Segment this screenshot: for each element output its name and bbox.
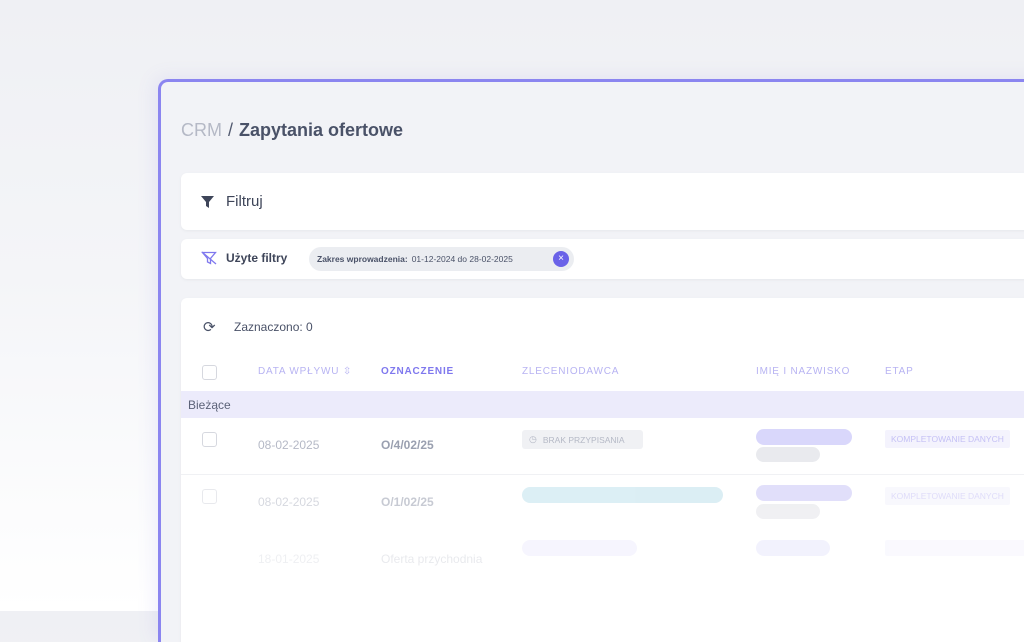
stage-badge: KOMPLETOWANIE DANYCH	[885, 487, 1010, 505]
name-placeholder	[756, 485, 852, 501]
filter-bar[interactable]: Filtruj	[181, 173, 1024, 230]
client-badge-label: BRAK PRZYPISANIA	[542, 434, 625, 445]
column-header-code[interactable]: OZNACZENIE	[381, 366, 454, 377]
client-placeholder	[522, 540, 637, 556]
used-filters-bar: Użyte filtry Zakres wprowadzenia: 01-12-…	[181, 239, 1024, 279]
breadcrumb-separator: /	[228, 120, 234, 140]
group-row: Bieżące	[181, 391, 1024, 418]
table-card: ⟳ Zaznaczono: 0 DATA WPŁYWU ⇳ OZNACZENIE…	[181, 298, 1024, 642]
row-date: 18-01-2025	[258, 552, 320, 566]
table-row[interactable]: 08-02-2025 O/1/02/25 KOMPLETOWANIE DANYC…	[181, 475, 1024, 531]
name-placeholder	[756, 429, 852, 445]
column-header-stage[interactable]: ETAP	[885, 366, 914, 377]
close-icon[interactable]: ×	[553, 251, 569, 267]
client-placeholder	[522, 487, 723, 503]
stage-placeholder	[885, 540, 1024, 556]
row-checkbox[interactable]	[202, 432, 217, 447]
funnel-icon	[201, 195, 214, 213]
row-code[interactable]: O/1/02/25	[381, 495, 434, 509]
table-row[interactable]: 18-01-2025 Oferta przychodnia	[181, 532, 1024, 588]
clock-icon: ◷	[529, 434, 537, 444]
filter-off-icon[interactable]	[201, 251, 217, 270]
name-placeholder-secondary	[756, 504, 820, 519]
name-placeholder-secondary	[756, 447, 820, 462]
breadcrumb: CRM / Zapytania ofertowe	[181, 120, 403, 141]
page-title: Zapytania ofertowe	[239, 120, 404, 140]
refresh-icon[interactable]: ⟳	[203, 318, 219, 336]
client-badge: ◷ BRAK PRZYPISANIA	[522, 430, 643, 449]
row-date: 08-02-2025	[258, 438, 320, 452]
breadcrumb-root[interactable]: CRM	[181, 120, 222, 140]
selected-count: Zaznaczono: 0	[234, 320, 313, 334]
filter-chip-key: Zakres wprowadzenia:	[317, 254, 408, 264]
select-all-checkbox[interactable]	[202, 365, 217, 380]
filter-label: Filtruj	[226, 193, 263, 210]
group-label: Bieżące	[188, 398, 231, 412]
row-date: 08-02-2025	[258, 495, 320, 509]
sort-icon[interactable]: ⇳	[343, 366, 352, 377]
filter-chip: Zakres wprowadzenia: 01-12-2024 do 28-02…	[309, 247, 574, 271]
column-header-client[interactable]: ZLECENIODAWCA	[522, 366, 619, 377]
table-row[interactable]: 08-02-2025 O/4/02/25 ◷ BRAK PRZYPISANIA K…	[181, 418, 1024, 475]
row-code[interactable]: Oferta przychodnia	[381, 552, 482, 566]
name-placeholder	[756, 540, 830, 556]
column-header-date[interactable]: DATA WPŁYWU ⇳	[258, 366, 352, 377]
app-window: CRM / Zapytania ofertowe Filtruj Użyte fil…	[158, 79, 1024, 642]
stage-badge: KOMPLETOWANIE DANYCH	[885, 430, 1010, 448]
row-code[interactable]: O/4/02/25	[381, 438, 434, 452]
row-checkbox[interactable]	[202, 489, 217, 504]
filter-chip-value: 01-12-2024 do 28-02-2025	[411, 254, 513, 264]
column-header-date-label: DATA WPŁYWU	[258, 366, 340, 377]
column-header-name[interactable]: IMIĘ I NAZWISKO	[756, 366, 850, 377]
used-filters-label: Użyte filtry	[226, 251, 288, 265]
selection-status: ⟳ Zaznaczono: 0	[203, 318, 313, 336]
